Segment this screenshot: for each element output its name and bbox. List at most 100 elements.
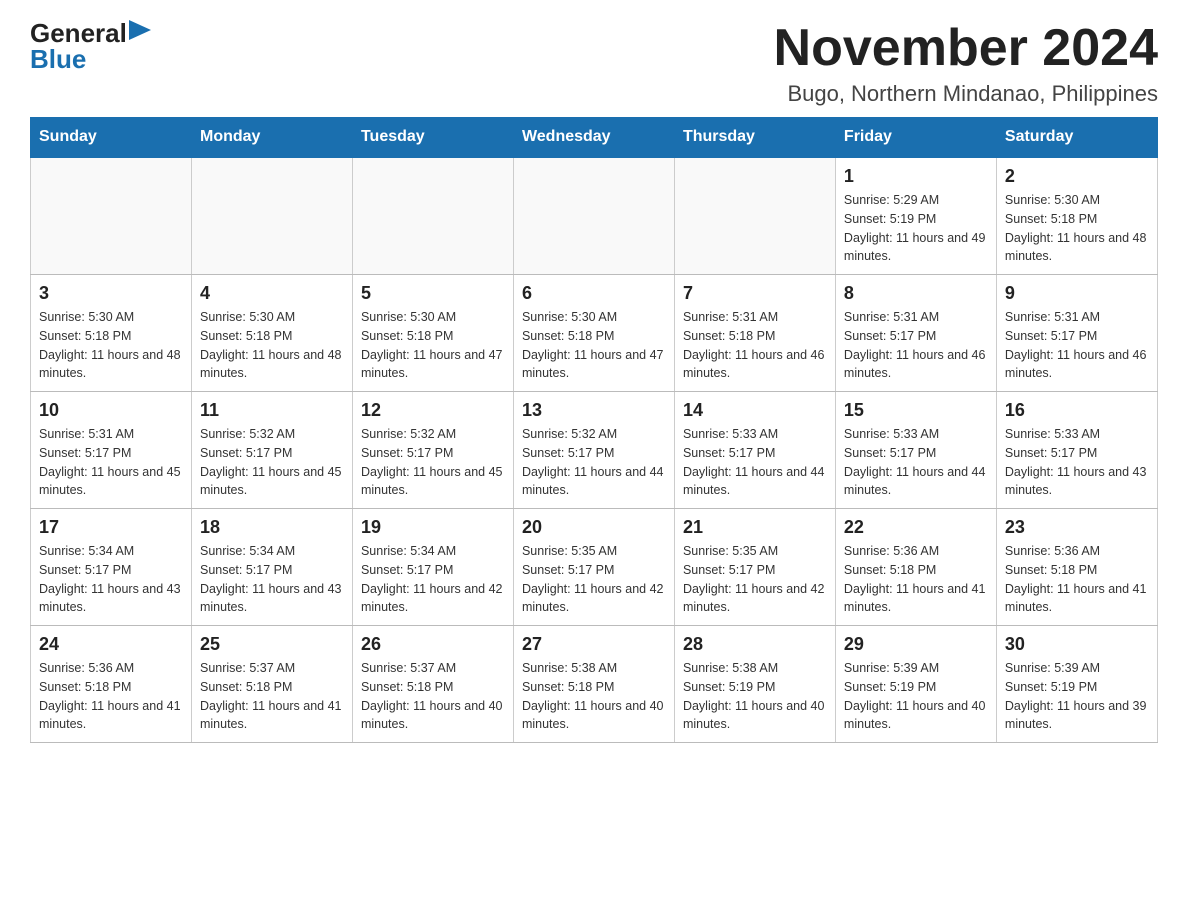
day-info: Sunrise: 5:30 AM Sunset: 5:18 PM Dayligh… [361, 308, 505, 383]
calendar-cell [674, 157, 835, 275]
day-number: 6 [522, 283, 666, 304]
logo-blue-text: Blue [30, 46, 86, 72]
calendar-table: SundayMondayTuesdayWednesdayThursdayFrid… [30, 117, 1158, 743]
day-number: 30 [1005, 634, 1149, 655]
day-info: Sunrise: 5:30 AM Sunset: 5:18 PM Dayligh… [200, 308, 344, 383]
day-info: Sunrise: 5:31 AM Sunset: 5:17 PM Dayligh… [844, 308, 988, 383]
calendar-cell: 4 Sunrise: 5:30 AM Sunset: 5:18 PM Daylig… [191, 275, 352, 392]
calendar-header-thursday: Thursday [674, 118, 835, 158]
calendar-cell: 21 Sunrise: 5:35 AM Sunset: 5:17 PM Dayli… [674, 509, 835, 626]
day-number: 8 [844, 283, 988, 304]
calendar-cell: 7 Sunrise: 5:31 AM Sunset: 5:18 PM Daylig… [674, 275, 835, 392]
calendar-cell [31, 157, 192, 275]
calendar-week-row: 24Sunrise: 5:36 AM Sunset: 5:18 PM Dayli… [31, 626, 1158, 743]
page-subtitle: Bugo, Northern Mindanao, Philippines [774, 81, 1158, 107]
calendar-week-row: 1 Sunrise: 5:29 AM Sunset: 5:19 PM Daylig… [31, 157, 1158, 275]
day-number: 12 [361, 400, 505, 421]
day-number: 3 [39, 283, 183, 304]
day-number: 1 [844, 166, 988, 187]
calendar-cell: 24Sunrise: 5:36 AM Sunset: 5:18 PM Dayli… [31, 626, 192, 743]
day-info: Sunrise: 5:30 AM Sunset: 5:18 PM Dayligh… [522, 308, 666, 383]
calendar-cell [352, 157, 513, 275]
day-number: 29 [844, 634, 988, 655]
calendar-cell: 26Sunrise: 5:37 AM Sunset: 5:18 PM Dayli… [352, 626, 513, 743]
calendar-cell: 29 Sunrise: 5:39 AM Sunset: 5:19 PM Dayli… [835, 626, 996, 743]
day-number: 13 [522, 400, 666, 421]
calendar-cell: 23 Sunrise: 5:36 AM Sunset: 5:18 PM Dayli… [996, 509, 1157, 626]
day-info: Sunrise: 5:29 AM Sunset: 5:19 PM Dayligh… [844, 191, 988, 266]
calendar-cell: 28 Sunrise: 5:38 AM Sunset: 5:19 PM Dayli… [674, 626, 835, 743]
calendar-cell: 17 Sunrise: 5:34 AM Sunset: 5:17 PM Dayli… [31, 509, 192, 626]
day-number: 16 [1005, 400, 1149, 421]
day-number: 4 [200, 283, 344, 304]
page-header: General Blue November 2024 Bugo, Norther… [30, 20, 1158, 107]
calendar-cell: 12 Sunrise: 5:32 AM Sunset: 5:17 PM Dayli… [352, 392, 513, 509]
day-info: Sunrise: 5:39 AM Sunset: 5:19 PM Dayligh… [1005, 659, 1149, 734]
day-number: 22 [844, 517, 988, 538]
day-info: Sunrise: 5:33 AM Sunset: 5:17 PM Dayligh… [1005, 425, 1149, 500]
day-info: Sunrise: 5:31 AM Sunset: 5:18 PM Dayligh… [683, 308, 827, 383]
day-number: 21 [683, 517, 827, 538]
day-number: 14 [683, 400, 827, 421]
day-number: 26 [361, 634, 505, 655]
calendar-cell: 27 Sunrise: 5:38 AM Sunset: 5:18 PM Dayli… [513, 626, 674, 743]
day-number: 2 [1005, 166, 1149, 187]
calendar-cell: 3 Sunrise: 5:30 AM Sunset: 5:18 PM Daylig… [31, 275, 192, 392]
day-number: 5 [361, 283, 505, 304]
logo-general-text: General [30, 20, 127, 46]
calendar-cell: 18 Sunrise: 5:34 AM Sunset: 5:17 PM Dayli… [191, 509, 352, 626]
day-info: Sunrise: 5:32 AM Sunset: 5:17 PM Dayligh… [361, 425, 505, 500]
calendar-cell: 5 Sunrise: 5:30 AM Sunset: 5:18 PM Daylig… [352, 275, 513, 392]
calendar-cell: 30 Sunrise: 5:39 AM Sunset: 5:19 PM Dayli… [996, 626, 1157, 743]
day-info: Sunrise: 5:36 AM Sunset: 5:18 PM Dayligh… [844, 542, 988, 617]
calendar-cell: 22 Sunrise: 5:36 AM Sunset: 5:18 PM Dayli… [835, 509, 996, 626]
day-number: 23 [1005, 517, 1149, 538]
day-info: Sunrise: 5:39 AM Sunset: 5:19 PM Dayligh… [844, 659, 988, 734]
calendar-cell: 13 Sunrise: 5:32 AM Sunset: 5:17 PM Dayli… [513, 392, 674, 509]
day-number: 15 [844, 400, 988, 421]
day-info: Sunrise: 5:31 AM Sunset: 5:17 PM Dayligh… [39, 425, 183, 500]
calendar-cell: 14 Sunrise: 5:33 AM Sunset: 5:17 PM Dayli… [674, 392, 835, 509]
day-number: 28 [683, 634, 827, 655]
day-info: Sunrise: 5:35 AM Sunset: 5:17 PM Dayligh… [683, 542, 827, 617]
day-number: 10 [39, 400, 183, 421]
calendar-header-saturday: Saturday [996, 118, 1157, 158]
calendar-cell: 8 Sunrise: 5:31 AM Sunset: 5:17 PM Daylig… [835, 275, 996, 392]
day-info: Sunrise: 5:30 AM Sunset: 5:18 PM Dayligh… [1005, 191, 1149, 266]
day-number: 27 [522, 634, 666, 655]
day-info: Sunrise: 5:37 AM Sunset: 5:18 PM Dayligh… [200, 659, 344, 734]
day-info: Sunrise: 5:38 AM Sunset: 5:18 PM Dayligh… [522, 659, 666, 734]
day-info: Sunrise: 5:33 AM Sunset: 5:17 PM Dayligh… [683, 425, 827, 500]
calendar-cell: 16 Sunrise: 5:33 AM Sunset: 5:17 PM Dayli… [996, 392, 1157, 509]
day-info: Sunrise: 5:32 AM Sunset: 5:17 PM Dayligh… [522, 425, 666, 500]
day-number: 25 [200, 634, 344, 655]
day-number: 18 [200, 517, 344, 538]
calendar-cell: 9 Sunrise: 5:31 AM Sunset: 5:17 PM Daylig… [996, 275, 1157, 392]
day-info: Sunrise: 5:30 AM Sunset: 5:18 PM Dayligh… [39, 308, 183, 383]
day-number: 11 [200, 400, 344, 421]
day-number: 17 [39, 517, 183, 538]
calendar-cell: 10 Sunrise: 5:31 AM Sunset: 5:17 PM Dayli… [31, 392, 192, 509]
calendar-cell: 2 Sunrise: 5:30 AM Sunset: 5:18 PM Daylig… [996, 157, 1157, 275]
calendar-cell: 25 Sunrise: 5:37 AM Sunset: 5:18 PM Dayli… [191, 626, 352, 743]
day-number: 7 [683, 283, 827, 304]
day-info: Sunrise: 5:31 AM Sunset: 5:17 PM Dayligh… [1005, 308, 1149, 383]
day-info: Sunrise: 5:38 AM Sunset: 5:19 PM Dayligh… [683, 659, 827, 734]
day-number: 24 [39, 634, 183, 655]
calendar-cell: 6 Sunrise: 5:30 AM Sunset: 5:18 PM Daylig… [513, 275, 674, 392]
calendar-cell: 20Sunrise: 5:35 AM Sunset: 5:17 PM Dayli… [513, 509, 674, 626]
logo-arrow-icon [129, 20, 151, 42]
day-info: Sunrise: 5:36 AM Sunset: 5:18 PM Dayligh… [1005, 542, 1149, 617]
calendar-cell: 15Sunrise: 5:33 AM Sunset: 5:17 PM Dayli… [835, 392, 996, 509]
logo: General Blue [30, 20, 151, 72]
day-number: 19 [361, 517, 505, 538]
calendar-week-row: 3 Sunrise: 5:30 AM Sunset: 5:18 PM Daylig… [31, 275, 1158, 392]
calendar-cell: 19Sunrise: 5:34 AM Sunset: 5:17 PM Dayli… [352, 509, 513, 626]
calendar-header-monday: Monday [191, 118, 352, 158]
calendar-header-row: SundayMondayTuesdayWednesdayThursdayFrid… [31, 118, 1158, 158]
day-number: 9 [1005, 283, 1149, 304]
page-title: November 2024 [774, 20, 1158, 77]
day-info: Sunrise: 5:34 AM Sunset: 5:17 PM Dayligh… [39, 542, 183, 617]
day-number: 20 [522, 517, 666, 538]
day-info: Sunrise: 5:34 AM Sunset: 5:17 PM Dayligh… [200, 542, 344, 617]
